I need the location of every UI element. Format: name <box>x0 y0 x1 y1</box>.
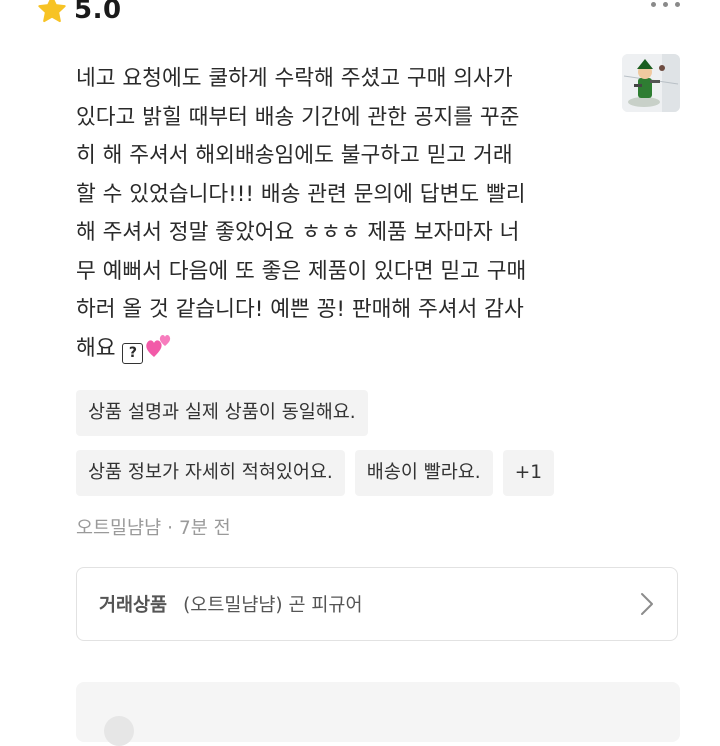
review-line: 하러 올 것 같습니다! 예쁜 꽁! 판매해 주셔서 감사 <box>76 297 524 322</box>
tag-item: 상품 정보가 자세히 적혀있어요. <box>76 450 345 496</box>
product-name: (오트밀냠냠) 곤 피규어 <box>183 595 363 616</box>
review-text: 네고 요청에도 쿨하게 수락해 주셨고 구매 의사가 있다고 밝힐 때부터 배송… <box>76 60 596 368</box>
review-line: 히 해 주셔서 해외배송임에도 불구하고 믿고 거래 <box>76 143 513 168</box>
reply-panel <box>76 682 680 746</box>
review-line: 해 주셔서 정말 좋았어요 ㅎㅎㅎ 제품 보자마자 너 <box>76 220 520 245</box>
more-tags-button[interactable]: +1 <box>502 450 554 496</box>
rating-value: 5.0 <box>74 0 122 25</box>
review-line: 있다고 밝힐 때부터 배송 기간에 관한 공지를 꾸준 <box>76 104 520 130</box>
review-meta: 오트밀냠냠 · 7분 전 <box>76 514 231 540</box>
tag-item: 상품 설명과 실제 상품이 동일해요. <box>76 390 368 436</box>
chevron-right-icon <box>641 593 653 615</box>
rating: 5.0 <box>36 0 122 26</box>
figure-photo <box>622 54 680 112</box>
author-name[interactable]: 오트밀냠냠 <box>76 518 161 539</box>
star-icon <box>38 0 66 23</box>
review-line: 네고 요청에도 쿨하게 수락해 주셨고 구매 의사가 <box>76 66 513 91</box>
more-dot <box>675 2 680 7</box>
traded-product-card[interactable]: 거래상품 (오트밀냠냠) 곤 피규어 <box>76 567 678 641</box>
meta-separator: · <box>167 518 173 539</box>
review-tags: 상품 설명과 실제 상품이 동일해요. 상품 정보가 자세히 적혀있어요. 배송… <box>76 390 676 510</box>
review-line: 무 예뻐서 다음에 또 좋은 제품이 있다면 믿고 구매 <box>76 258 527 284</box>
two-hearts-icon <box>146 334 171 357</box>
more-options-button[interactable] <box>651 2 680 7</box>
review-time: 7분 전 <box>179 518 231 539</box>
review-line: 할 수 있었습니다!!! 배송 관련 문의에 답변도 빨리 <box>76 181 526 207</box>
review-line: 해요 <box>76 335 123 361</box>
product-label: 거래상품 <box>99 595 168 616</box>
tag-item: 배송이 빨라요. <box>354 450 493 496</box>
more-dot <box>663 2 668 7</box>
unknown-glyph-icon: ? <box>122 342 144 364</box>
avatar <box>104 716 134 746</box>
review-photo-thumbnail[interactable] <box>622 54 680 112</box>
more-dots-icon <box>651 2 656 7</box>
